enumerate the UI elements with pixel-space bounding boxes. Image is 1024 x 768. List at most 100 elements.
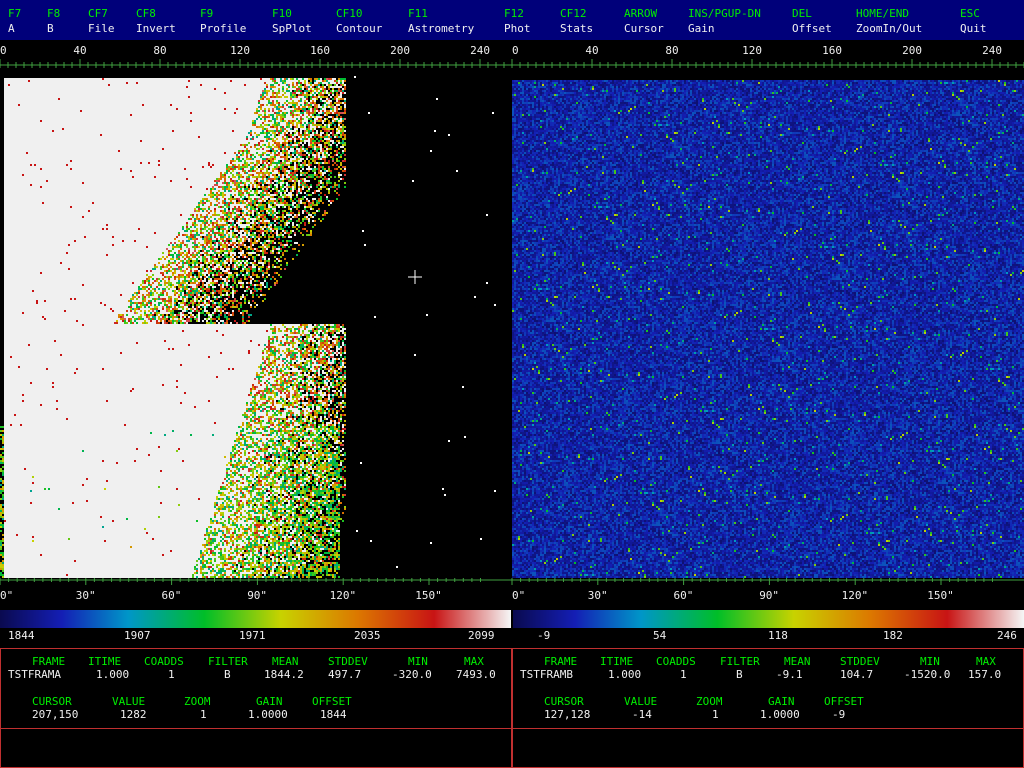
stat-header: MAX (464, 655, 484, 668)
stat-header: MIN (408, 655, 428, 668)
pixel-scale-label: 200 (390, 44, 410, 57)
cursor-value: 1844 (320, 708, 347, 721)
menu-key: CF8 (136, 7, 156, 20)
panel-a-footer (0, 728, 512, 768)
menu-item-stats[interactable]: CF12 Stats (560, 6, 593, 36)
stat-value: 7493.0 (456, 668, 496, 681)
cursor-header: ZOOM (184, 695, 211, 708)
arcsec-scale-label: 60" (673, 589, 694, 602)
menu-label: Invert (136, 22, 176, 35)
stat-header: COADDS (656, 655, 696, 668)
menu-label: SpPlot (272, 22, 312, 35)
arcsec-scale-label: 90" (759, 589, 780, 602)
colorbar-label: 1844 (8, 629, 35, 642)
panel-b-footer (512, 728, 1024, 768)
menu-item-contour[interactable]: CF10 Contour (336, 6, 382, 36)
stat-header: STDDEV (840, 655, 880, 668)
cursor-header: VALUE (112, 695, 146, 708)
colorbar-b (513, 610, 1024, 628)
cursor-value: 1282 (120, 708, 147, 721)
stat-value: -9.1 (776, 668, 803, 681)
stat-value: B (224, 668, 231, 681)
menu-item-profile[interactable]: F9 Profile (200, 6, 246, 36)
colorbar-a (0, 610, 511, 628)
menu-key: F12 (504, 7, 524, 20)
colorbar-label: 2099 (468, 629, 495, 642)
arcsec-scale-label: 0" (512, 589, 526, 602)
menu-key: CF12 (560, 7, 587, 20)
menu-label: ZoomIn/Out (856, 22, 923, 35)
menu-key: CF10 (336, 7, 363, 20)
menu-item-zoomin-out[interactable]: HOME/END ZoomIn/Out (856, 6, 922, 36)
menu-label: Offset (792, 22, 832, 35)
cursor-header: GAIN (768, 695, 795, 708)
pixel-scale-label: 0 (512, 44, 519, 57)
menu-label: Stats (560, 22, 594, 35)
pixel-scale-label: 40 (585, 44, 599, 57)
pixel-scale-label: 80 (153, 44, 167, 57)
colorbar-label: 54 (653, 629, 667, 642)
stat-header: FRAME (32, 655, 66, 668)
stat-header: MAX (976, 655, 996, 668)
stat-header: MIN (920, 655, 940, 668)
crosshair-cursor-icon[interactable] (408, 270, 422, 284)
function-key-menu: F7 A F8 B CF7 File CF8 Invert F9 Profile F10 SpPlot… (0, 0, 1024, 40)
pixel-scale-label: 120 (742, 44, 762, 57)
menu-item-spplot[interactable]: F10 SpPlot (272, 6, 312, 36)
cursor-header: ZOOM (696, 695, 723, 708)
colorbar-label: 1907 (124, 629, 151, 642)
stat-value: 497.7 (328, 668, 362, 681)
pixel-scale-label: 40 (73, 44, 87, 57)
cursor-header: CURSOR (32, 695, 72, 708)
cursor-header: OFFSET (824, 695, 864, 708)
menu-item-invert[interactable]: CF8 Invert (136, 6, 176, 36)
cursor-value: -14 (632, 708, 652, 721)
stat-value: 1.000 (96, 668, 130, 681)
pixel-scale-label: 160 (822, 44, 842, 57)
menu-item-phot[interactable]: F12 Phot (504, 6, 531, 36)
colorbar-label: 2035 (354, 629, 381, 642)
stat-value: -1520.0 (904, 668, 951, 681)
pixel-scale-label: 0 (0, 44, 7, 57)
stat-value: 1844.2 (264, 668, 304, 681)
pixel-scale-label: 240 (470, 44, 490, 57)
cursor-value: 1.0000 (760, 708, 800, 721)
menu-key: ARROW (624, 7, 658, 20)
arcsec-scale-label: 90" (247, 589, 268, 602)
menu-label: Quit (960, 22, 987, 35)
menu-label: B (47, 22, 54, 35)
menu-item-astrometry[interactable]: F11 Astrometry (408, 6, 474, 36)
menu-item-file[interactable]: CF7 File (88, 6, 115, 36)
menu-item-offset[interactable]: DEL Offset (792, 6, 832, 36)
image-frame-a[interactable] (0, 74, 512, 578)
bottom-arcsec-scale: 0" 30" 60" 90" 120" 150" 0" 30" 60" 90" 120" 150" (0, 578, 1024, 606)
cursor-value: 1 (712, 708, 719, 721)
pixel-scale-label: 200 (902, 44, 922, 57)
colorbar-label: 118 (768, 629, 788, 642)
menu-label: Profile (200, 22, 247, 35)
stat-header: MEAN (784, 655, 811, 668)
menu-item-b[interactable]: F8 B (47, 6, 60, 36)
menu-key: F8 (47, 7, 61, 20)
stat-value: TSTFRAMB (520, 668, 573, 681)
stat-header: ITIME (88, 655, 122, 668)
image-frame-b[interactable] (512, 74, 1024, 578)
stat-value: 157.0 (968, 668, 1002, 681)
colorbar-label: 182 (883, 629, 903, 642)
menu-label: Contour (336, 22, 383, 35)
menu-item-a[interactable]: F7 A (8, 6, 21, 36)
menu-item-cursor[interactable]: ARROW Cursor (624, 6, 664, 36)
cursor-header: CURSOR (544, 695, 584, 708)
stat-header: STDDEV (328, 655, 368, 668)
arcsec-scale-label: 30" (587, 589, 608, 602)
stat-header: ITIME (600, 655, 634, 668)
arcsec-scale-label: 120" (841, 589, 869, 602)
menu-item-gain[interactable]: INS/PGUP-DN Gain (688, 6, 761, 36)
stat-header: MEAN (272, 655, 299, 668)
menu-item-quit[interactable]: ESC Quit (960, 6, 987, 36)
pixel-scale-label: 120 (230, 44, 250, 57)
cursor-header: OFFSET (312, 695, 352, 708)
menu-key: DEL (792, 7, 812, 20)
menu-label: Phot (504, 22, 531, 35)
arcsec-scale-label: 30" (75, 589, 96, 602)
